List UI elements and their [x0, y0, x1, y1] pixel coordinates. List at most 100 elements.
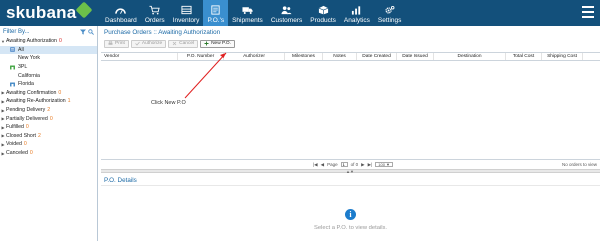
purchase-order-icon	[211, 5, 220, 15]
cancel-button[interactable]: Cancel	[168, 39, 199, 48]
plus-icon	[204, 41, 209, 46]
grid-status: No orders to view	[561, 162, 597, 167]
tree-label: Closed Short	[6, 132, 36, 139]
new-po-label: New P.O.	[211, 41, 231, 46]
tree-label: New York	[18, 55, 40, 62]
pager-nav: |◀ ◀ Page of 0 ▶ ▶| 100 ▼	[313, 162, 394, 168]
tree-label: 3PL	[18, 64, 28, 71]
tree-node-new-york[interactable]: New York	[0, 54, 97, 63]
tree-count: 2	[47, 107, 51, 114]
page-number-input[interactable]	[340, 162, 348, 167]
tree-label: Pending Delivery	[6, 107, 46, 114]
tree-label: California	[18, 72, 40, 79]
authorize-label: Authorize	[141, 41, 163, 46]
tree-node-fulfilled[interactable]: ▶ Fulfilled 0	[0, 123, 97, 132]
page-size-value: 100	[378, 162, 385, 167]
nav-label: Settings	[377, 17, 402, 24]
nav-label: Products	[310, 17, 336, 24]
close-icon	[172, 41, 177, 46]
column-header-milestones[interactable]: Milestones	[285, 53, 323, 60]
filter-funnel-icon[interactable]	[80, 29, 86, 35]
last-page-icon[interactable]: ▶|	[368, 162, 373, 168]
nav-label: Analytics	[343, 17, 370, 24]
tree-node-florida[interactable]: Florida	[0, 80, 97, 89]
nav-purchase-orders[interactable]: P.O.'s	[203, 0, 229, 26]
nav-orders[interactable]: Orders	[141, 0, 169, 26]
brand-logo[interactable]: skubana	[6, 1, 93, 24]
nav-settings[interactable]: Settings	[374, 0, 406, 26]
dashboard-icon	[115, 8, 127, 14]
nav-label: Customers	[270, 17, 303, 24]
warehouse-icon	[10, 82, 15, 87]
tree-node-closed-short[interactable]: ▶ Closed Short 2	[0, 132, 97, 141]
nav-dashboard[interactable]: Dashboard	[101, 0, 141, 26]
tree-label: Fulfilled	[6, 124, 24, 131]
nav-shipments[interactable]: Shipments	[228, 0, 267, 26]
column-header-notes[interactable]: Notes	[323, 53, 357, 60]
tree-node-3pl[interactable]: 3PL	[0, 63, 97, 72]
products-icon	[318, 5, 328, 15]
next-page-icon[interactable]: ▶	[361, 162, 364, 168]
gear-icon	[385, 5, 395, 14]
print-button[interactable]: Print	[104, 39, 129, 48]
column-header-date-issued[interactable]: Date Issued	[397, 53, 434, 60]
tree-count: 0	[29, 150, 33, 157]
search-icon[interactable]	[88, 28, 94, 35]
tree-count: 2	[38, 132, 41, 139]
nav-label: Orders	[144, 17, 165, 24]
tree-node-all[interactable]: All	[0, 45, 97, 55]
cart-icon	[149, 5, 160, 15]
tree-node-awaiting-authorization[interactable]: ▼ Awaiting Authorization 0	[0, 37, 97, 46]
new-po-button[interactable]: New P.O.	[200, 39, 235, 48]
tree-node-awaiting-confirmation[interactable]: ▶ Awaiting Confirmation 0	[0, 89, 97, 98]
column-header-destination[interactable]: Destination	[434, 53, 506, 60]
tree-node-voided[interactable]: ▶ Voided 0	[0, 140, 97, 149]
cancel-label: Cancel	[179, 41, 195, 46]
authorize-button[interactable]: Authorize	[130, 39, 167, 48]
list-icon	[10, 47, 15, 53]
print-label: Print	[115, 41, 125, 46]
column-header-total-cost[interactable]: Total Cost	[506, 53, 542, 60]
check-icon	[135, 41, 140, 46]
splitter-grip-icon[interactable]: ▲▼	[346, 170, 354, 174]
tree-node-awaiting-reauthorization[interactable]: ▶ Awaiting Re-Authorization 1	[0, 97, 97, 106]
annotation-caption: Click New P.O	[151, 100, 186, 106]
info-icon: i	[345, 209, 356, 220]
tree-label: Awaiting Confirmation	[6, 89, 57, 96]
breadcrumb: Purchase Orders :: Awaiting Authorizatio…	[104, 28, 221, 36]
truck-icon	[242, 7, 253, 15]
logo-mark-icon	[75, 1, 93, 19]
column-header-date-created[interactable]: Date Created	[357, 53, 397, 60]
nav-analytics[interactable]: Analytics	[340, 0, 374, 26]
prev-page-icon[interactable]: ◀	[321, 162, 324, 168]
hamburger-menu-icon[interactable]	[582, 6, 594, 18]
nav-label: P.O.'s	[207, 17, 225, 24]
tree-count: 0	[58, 89, 62, 96]
top-nav-bar: skubana Dashboard Orders Inventory P.O.'…	[0, 0, 600, 26]
pane-splitter[interactable]: ▲▼	[101, 169, 600, 174]
nav-label: Shipments	[232, 17, 263, 24]
column-header-authorizer[interactable]: Authorizer	[224, 53, 285, 60]
column-header-vendor[interactable]: Vendor	[101, 53, 178, 60]
po-details-header: P.O. Details	[101, 175, 600, 186]
column-header-po-number[interactable]: P.O. Number	[178, 53, 224, 60]
tree-label: Canceled	[6, 150, 28, 157]
tree-node-california[interactable]: California	[0, 71, 97, 80]
tree-node-pending-delivery[interactable]: ▶ Pending Delivery 2	[0, 106, 97, 115]
first-page-icon[interactable]: |◀	[313, 162, 318, 168]
page-of-label: of 0	[350, 162, 359, 167]
tree-node-canceled[interactable]: ▶ Canceled 0	[0, 149, 97, 158]
filter-title: Filter By...	[3, 28, 30, 35]
tree-label: Voided	[6, 141, 22, 148]
nav-inventory[interactable]: Inventory	[169, 0, 204, 26]
column-header-shipping-cost[interactable]: Shipping Cost	[542, 53, 583, 60]
tree-label: Awaiting Authorization	[6, 38, 57, 45]
nav-customers[interactable]: Customers	[267, 0, 306, 26]
tree-count: 0	[58, 38, 62, 45]
tree-count: 1	[67, 98, 71, 105]
nav-label: Dashboard	[105, 17, 137, 24]
tree-node-partially-delivered[interactable]: ▶ Partially Delivered 0	[0, 114, 97, 123]
page-size-select[interactable]: 100 ▼	[375, 162, 394, 167]
customers-icon	[281, 6, 292, 15]
nav-products[interactable]: Products	[306, 0, 340, 26]
